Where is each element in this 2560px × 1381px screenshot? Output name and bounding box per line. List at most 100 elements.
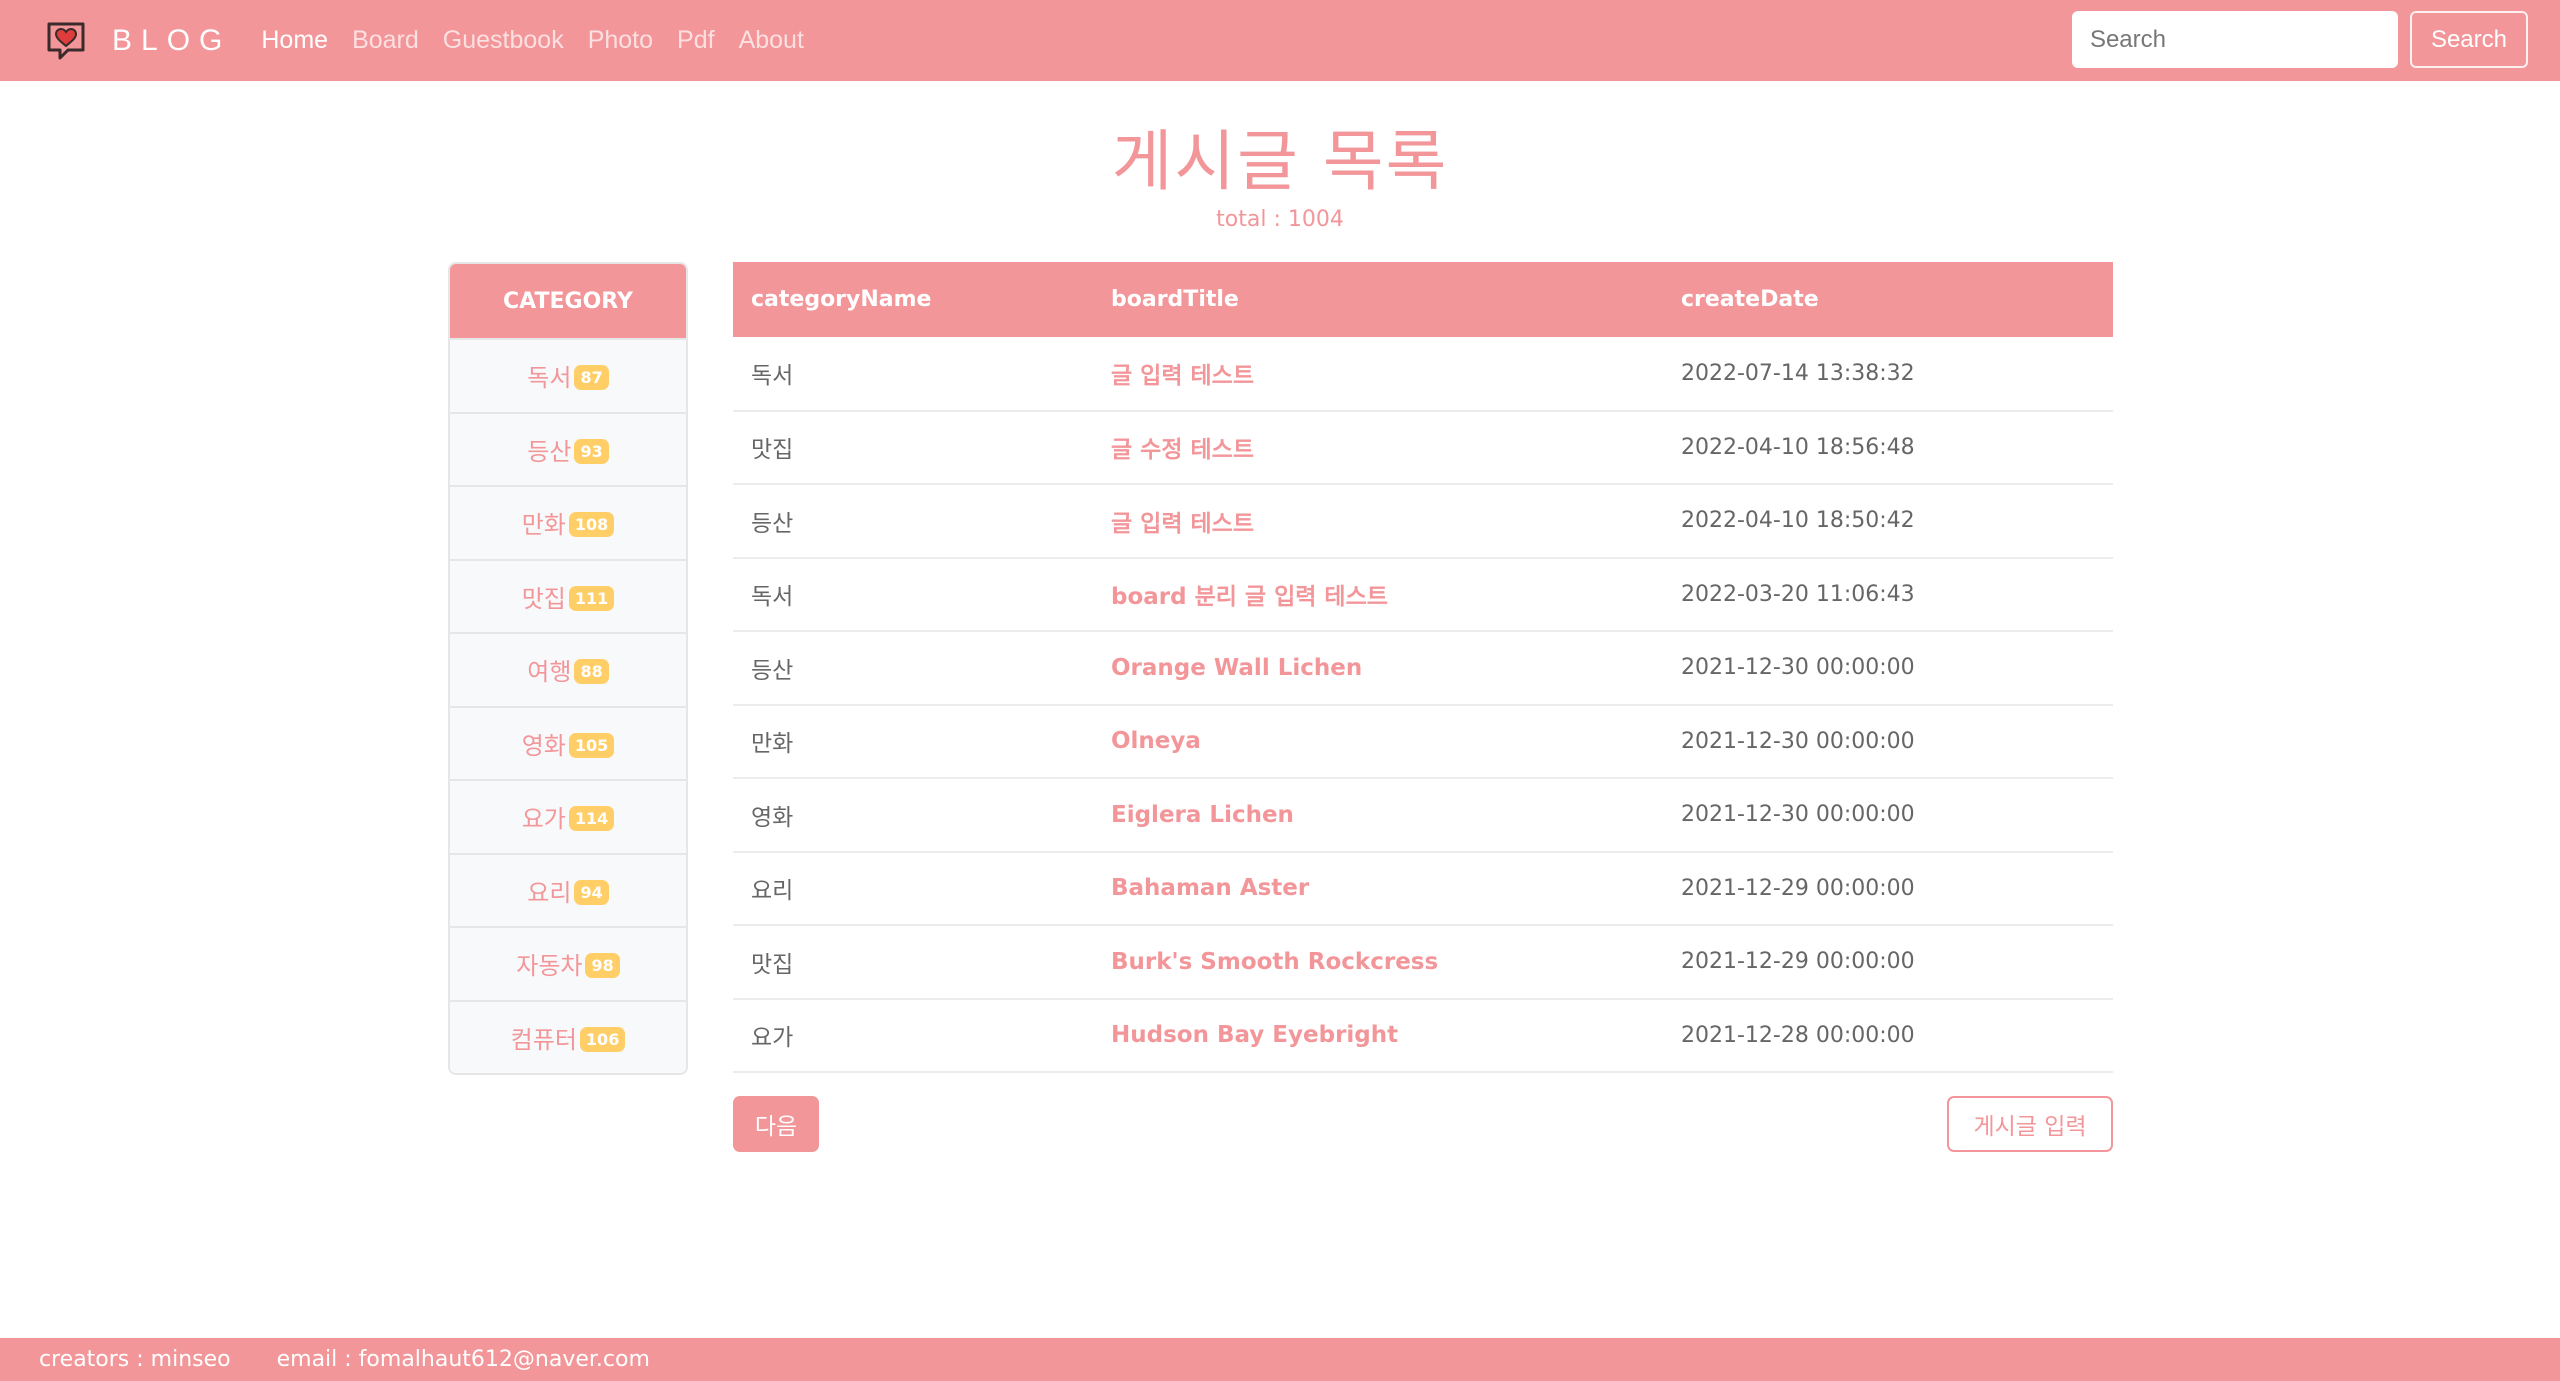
table-row: 맛집 Burk's Smooth Rockcress 2021-12-29 00…: [733, 925, 2113, 999]
board-table: categoryName boardTitle createDate 독서 글 …: [733, 262, 2113, 1073]
category-count-badge: 93: [574, 438, 609, 464]
category-count-badge: 94: [574, 879, 609, 905]
nav-board[interactable]: Board: [352, 26, 419, 55]
row-title-link[interactable]: 글 수정 테스트: [1093, 411, 1663, 485]
row-title-link[interactable]: 글 입력 테스트: [1093, 337, 1663, 411]
table-header: categoryName boardTitle createDate: [733, 262, 2113, 337]
category-name: 독서: [527, 364, 572, 393]
category-name: 영화: [521, 731, 566, 760]
header-board-title: boardTitle: [1111, 287, 1239, 312]
table-row: 요리 Bahaman Aster 2021-12-29 00:00:00: [733, 852, 2113, 926]
category-item-영화[interactable]: 영화 105: [450, 705, 686, 779]
row-category: 등산: [751, 510, 794, 537]
category-name: 등산: [527, 437, 572, 466]
category-item-등산[interactable]: 등산 93: [450, 411, 686, 485]
navbar: BLOG Home Board Guestbook Photo Pdf Abou…: [0, 0, 2560, 81]
row-date: 2022-04-10 18:56:48: [1681, 434, 1915, 460]
footer-email: email : fomalhaut612@naver.com: [276, 1347, 650, 1372]
table-row: 등산 Orange Wall Lichen 2021-12-30 00:00:0…: [733, 631, 2113, 705]
write-post-button[interactable]: 게시글 입력: [1947, 1096, 2113, 1152]
footer: creators : minseo email : fomalhaut612@n…: [0, 1338, 2560, 1381]
row-category: 맛집: [751, 437, 794, 464]
row-category: 만화: [751, 731, 794, 758]
table-row: 독서 글 입력 테스트 2022-07-14 13:38:32: [733, 337, 2113, 411]
row-date: 2021-12-30 00:00:00: [1681, 655, 1915, 681]
row-category: 독서: [751, 363, 794, 390]
category-header: CATEGORY: [450, 264, 686, 338]
category-item-만화[interactable]: 만화 108: [450, 485, 686, 559]
header-category-name: categoryName: [751, 287, 932, 312]
category-item-요리[interactable]: 요리 94: [450, 852, 686, 926]
row-title-link[interactable]: Burk's Smooth Rockcress: [1093, 925, 1663, 999]
board-table-wrapper: categoryName boardTitle createDate 독서 글 …: [733, 262, 2113, 1073]
nav-about[interactable]: About: [739, 26, 804, 55]
category-item-독서[interactable]: 독서 87: [450, 338, 686, 412]
category-name: 만화: [521, 511, 566, 540]
category-item-컴퓨터[interactable]: 컴퓨터 106: [450, 999, 686, 1073]
row-date: 2022-07-14 13:38:32: [1681, 360, 1915, 386]
header-create-date: createDate: [1681, 287, 1819, 312]
row-title-link[interactable]: Olneya: [1093, 705, 1663, 779]
row-category: 요리: [751, 878, 794, 905]
nav-photo[interactable]: Photo: [588, 26, 653, 55]
row-date: 2021-12-30 00:00:00: [1681, 802, 1915, 828]
table-row: 맛집 글 수정 테스트 2022-04-10 18:56:48: [733, 411, 2113, 485]
search-form: Search: [2071, 11, 2528, 68]
category-name: 자동차: [516, 952, 583, 981]
row-date: 2021-12-29 00:00:00: [1681, 875, 1915, 901]
row-category: 독서: [751, 584, 794, 611]
page-title: 게시글 목록: [1111, 123, 1449, 200]
row-category: 등산: [751, 657, 794, 684]
brand[interactable]: BLOG: [44, 19, 231, 63]
table-row: 만화 Olneya 2021-12-30 00:00:00: [733, 705, 2113, 779]
table-row: 독서 board 분리 글 입력 테스트 2022-03-20 11:06:43: [733, 558, 2113, 632]
footer-creators: creators : minseo: [39, 1347, 231, 1372]
row-title-link[interactable]: Bahaman Aster: [1093, 852, 1663, 926]
category-name: 요리: [527, 878, 572, 907]
nav-guestbook[interactable]: Guestbook: [443, 26, 564, 55]
row-title-link[interactable]: board 분리 글 입력 테스트: [1093, 558, 1663, 632]
category-count-badge: 98: [585, 953, 620, 979]
row-title-link[interactable]: Eiglera Lichen: [1093, 778, 1663, 852]
table-row: 요가 Hudson Bay Eyebright 2021-12-28 00:00…: [733, 999, 2113, 1073]
row-category: 영화: [751, 804, 794, 831]
table-row: 영화 Eiglera Lichen 2021-12-30 00:00:00: [733, 778, 2113, 852]
table-header-row: categoryName boardTitle createDate: [733, 262, 2113, 337]
category-name: 컴퓨터: [510, 1025, 577, 1054]
search-input[interactable]: [2071, 11, 2398, 68]
category-count-badge: 111: [568, 585, 615, 611]
row-date: 2021-12-29 00:00:00: [1681, 949, 1915, 975]
row-category: 요가: [751, 1025, 794, 1052]
row-date: 2022-04-10 18:50:42: [1681, 508, 1915, 534]
heart-chat-icon: [47, 22, 85, 59]
total-count: total : 1004: [1216, 207, 1344, 232]
category-item-맛집[interactable]: 맛집 111: [450, 558, 686, 632]
category-count-badge: 105: [568, 732, 615, 758]
category-item-여행[interactable]: 여행 88: [450, 632, 686, 706]
category-name: 요가: [521, 805, 566, 834]
row-date: 2022-03-20 11:06:43: [1681, 581, 1915, 607]
category-count-badge: 106: [579, 1026, 626, 1052]
search-button[interactable]: Search: [2409, 11, 2528, 68]
category-item-요가[interactable]: 요가 114: [450, 779, 686, 853]
nav-pdf[interactable]: Pdf: [677, 26, 715, 55]
category-name: 맛집: [521, 584, 566, 613]
row-date: 2021-12-28 00:00:00: [1681, 1022, 1915, 1048]
category-count-badge: 108: [568, 512, 615, 538]
category-list: CATEGORY 독서 87 등산 93 만화 108 맛집 111 여행 88…: [448, 262, 688, 1075]
category-count-badge: 114: [568, 806, 615, 832]
nav-home[interactable]: Home: [261, 26, 328, 55]
category-count-badge: 88: [574, 659, 609, 685]
row-category: 맛집: [751, 951, 794, 978]
nav-links: Home Board Guestbook Photo Pdf About: [261, 26, 828, 55]
brand-text: BLOG: [112, 23, 232, 57]
row-title-link[interactable]: Hudson Bay Eyebright: [1093, 999, 1663, 1073]
category-count-badge: 87: [574, 365, 609, 391]
row-title-link[interactable]: Orange Wall Lichen: [1093, 631, 1663, 705]
category-name: 여행: [527, 658, 572, 687]
table-body: 독서 글 입력 테스트 2022-07-14 13:38:32 맛집 글 수정 …: [733, 337, 2113, 1072]
row-title-link[interactable]: 글 입력 테스트: [1093, 484, 1663, 558]
row-date: 2021-12-30 00:00:00: [1681, 728, 1915, 754]
category-item-자동차[interactable]: 자동차 98: [450, 926, 686, 1000]
next-page-button[interactable]: 다음: [733, 1096, 819, 1152]
